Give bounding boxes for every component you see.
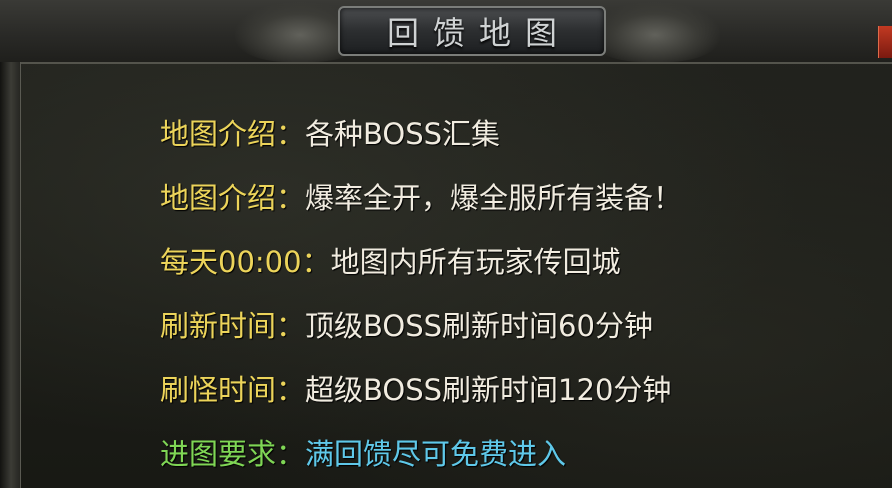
info-value: 超级BOSS刷新时间120分钟 <box>305 373 672 407</box>
map-info-panel: 回馈地图 地图介绍：各种BOSS汇集 地图介绍：爆率全开，爆全服所有装备！ 每天… <box>0 0 892 488</box>
panel-title: 回馈地图 <box>386 14 571 52</box>
info-value: 爆率全开，爆全服所有装备！ <box>305 181 683 215</box>
info-row: 地图介绍：爆率全开，爆全服所有装备！ <box>160 178 682 218</box>
info-row: 刷怪时间：超级BOSS刷新时间120分钟 <box>160 370 671 410</box>
title-plate: 回馈地图 <box>338 6 606 56</box>
info-label: 每天00:00： <box>160 245 331 279</box>
info-value: 顶级BOSS刷新时间60分钟 <box>305 309 653 343</box>
info-label: 刷新时间： <box>160 309 306 343</box>
info-row-requirement: 进图要求：满回馈尽可免费进入 <box>160 434 566 474</box>
info-label: 进图要求： <box>160 437 306 471</box>
info-label: 刷怪时间： <box>160 373 306 407</box>
info-row: 每天00:00：地图内所有玩家传回城 <box>160 242 621 282</box>
info-label: 地图介绍： <box>160 117 306 151</box>
info-value: 满回馈尽可免费进入 <box>305 437 567 471</box>
info-row: 刷新时间：顶级BOSS刷新时间60分钟 <box>160 306 653 346</box>
info-value: 地图内所有玩家传回城 <box>330 245 621 279</box>
info-value: 各种BOSS汇集 <box>305 117 501 151</box>
info-row: 地图介绍：各种BOSS汇集 <box>160 114 500 154</box>
frame-left-border <box>0 62 21 488</box>
ornament-right-icon <box>590 2 720 62</box>
close-tab-icon[interactable] <box>878 26 892 58</box>
info-label: 地图介绍： <box>160 181 306 215</box>
